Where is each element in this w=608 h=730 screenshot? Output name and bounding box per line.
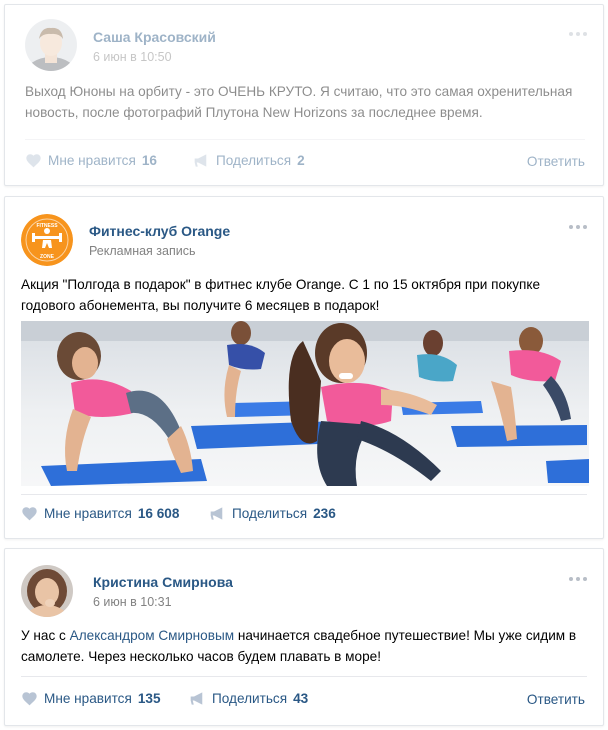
share-label: Поделиться	[232, 506, 308, 521]
mention-link[interactable]: Александром Смирновым	[70, 628, 234, 643]
heart-icon	[22, 692, 37, 706]
share-count: 2	[297, 153, 305, 168]
post-card: Саша Красовский 6 июн в 10:50 Выход Юнон…	[4, 4, 604, 186]
like-button[interactable]: Мне нравится 135	[21, 691, 161, 706]
like-label: Мне нравится	[44, 691, 132, 706]
avatar[interactable]	[21, 565, 73, 617]
share-count: 43	[293, 691, 309, 706]
post-date[interactable]: 6 июн в 10:50	[93, 50, 172, 64]
post-date[interactable]: 6 июн в 10:31	[93, 595, 172, 609]
club-logo[interactable]: FITNESS ZONE	[21, 214, 73, 266]
author-name[interactable]: Фитнес-клуб Orange	[89, 223, 230, 239]
like-label: Мне нравится	[48, 153, 136, 168]
text-part: У нас с	[21, 628, 70, 643]
post-text: У нас с Александром Смирновым начинается…	[21, 625, 589, 667]
author-name[interactable]: Кристина Смирнова	[93, 574, 233, 590]
like-count: 135	[137, 691, 161, 706]
ad-photo[interactable]	[21, 321, 589, 486]
more-dots-icon[interactable]	[569, 576, 587, 582]
like-button[interactable]: Мне нравится 16 608	[21, 506, 179, 521]
more-dots-icon[interactable]	[569, 31, 587, 37]
reply-button[interactable]: Ответить	[527, 154, 585, 169]
more-dots-icon[interactable]	[569, 224, 587, 230]
share-label: Поделиться	[212, 691, 288, 706]
post-text: Акция "Полгода в подарок" в фитнес клубе…	[21, 277, 541, 313]
megaphone-icon	[190, 692, 203, 705]
divider	[25, 139, 585, 140]
like-label: Мне нравится	[44, 506, 132, 521]
reply-button[interactable]: Ответить	[527, 692, 585, 707]
author-name[interactable]: Саша Красовский	[93, 29, 216, 45]
share-button[interactable]: Поделиться 236	[209, 506, 336, 521]
megaphone-icon	[210, 507, 223, 520]
logo-text-bottom: ZONE	[40, 254, 55, 260]
ad-post-card: FITNESS ZONE Фитнес-клуб Orange Рекламна…	[4, 196, 604, 539]
share-button[interactable]: Поделиться 43	[189, 691, 308, 706]
like-button[interactable]: Мне нравится 16	[25, 153, 157, 168]
share-label: Поделиться	[216, 153, 292, 168]
share-count: 236	[313, 506, 336, 521]
avatar[interactable]	[25, 19, 77, 71]
heart-icon	[22, 507, 37, 521]
ad-label: Рекламная запись	[89, 244, 196, 258]
heart-icon	[26, 154, 41, 168]
megaphone-icon	[194, 154, 207, 167]
like-count: 16	[141, 153, 157, 168]
post-text: Выход Юноны на орбиту - это ОЧЕНЬ КРУТО.…	[25, 84, 573, 120]
post-card: Кристина Смирнова 6 июн в 10:31 У нас с …	[4, 548, 604, 726]
share-button[interactable]: Поделиться 2	[193, 153, 305, 168]
like-count: 16 608	[137, 506, 180, 521]
divider	[21, 676, 587, 677]
divider	[21, 494, 587, 495]
